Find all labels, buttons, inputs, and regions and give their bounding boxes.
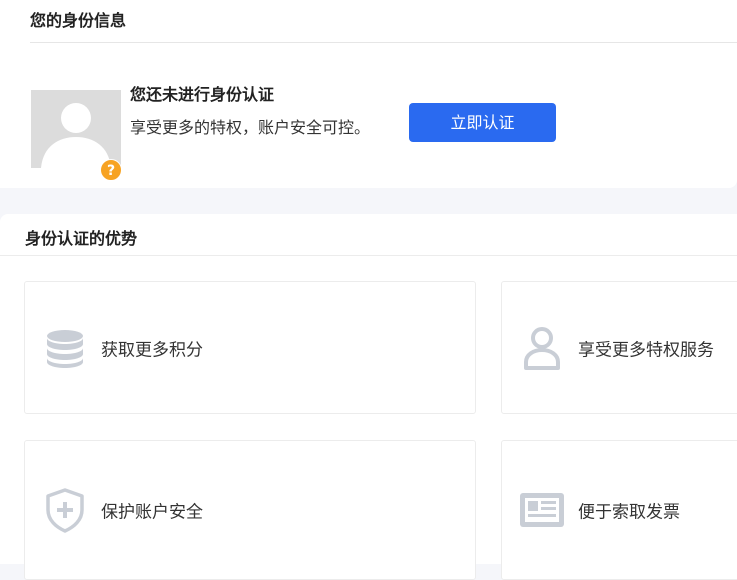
benefit-label: 获取更多积分 xyxy=(101,340,203,360)
benefit-label: 保护账户安全 xyxy=(101,502,203,523)
invoice-icon xyxy=(520,493,564,527)
benefit-label: 享受更多特权服务 xyxy=(578,340,714,360)
coins-stack-icon xyxy=(47,329,83,368)
verify-now-button[interactable]: 立即认证 xyxy=(409,103,556,142)
benefit-privilege-service: 享受更多特权服务 xyxy=(501,281,737,414)
identity-divider xyxy=(30,42,737,43)
identity-card: 您的身份信息 ? 您还未进行身份认证 享受更多的特权，账户安全可控。 立即认证 xyxy=(0,0,737,188)
benefit-invoice-request: 便于索取发票 xyxy=(501,440,737,580)
verification-status-description: 享受更多的特权，账户安全可控。 xyxy=(130,118,371,137)
user-icon xyxy=(524,326,560,370)
shield-plus-icon xyxy=(46,488,84,533)
benefit-label: 便于索取发票 xyxy=(578,502,680,523)
avatar-placeholder-icon xyxy=(31,90,121,168)
benefit-more-points: 获取更多积分 xyxy=(24,281,476,414)
avatar xyxy=(31,90,121,168)
benefits-divider xyxy=(0,255,737,256)
benefits-section-title: 身份认证的优势 xyxy=(25,229,138,248)
verification-status-title: 您还未进行身份认证 xyxy=(130,85,275,104)
unverified-question-badge: ? xyxy=(100,159,122,181)
benefits-card: 身份认证的优势 获取更多积分 享受更多特权服务 保护账户安全 便于索取发票 xyxy=(0,214,737,580)
benefit-account-security: 保护账户安全 xyxy=(24,440,476,580)
identity-section-title: 您的身份信息 xyxy=(30,11,127,30)
